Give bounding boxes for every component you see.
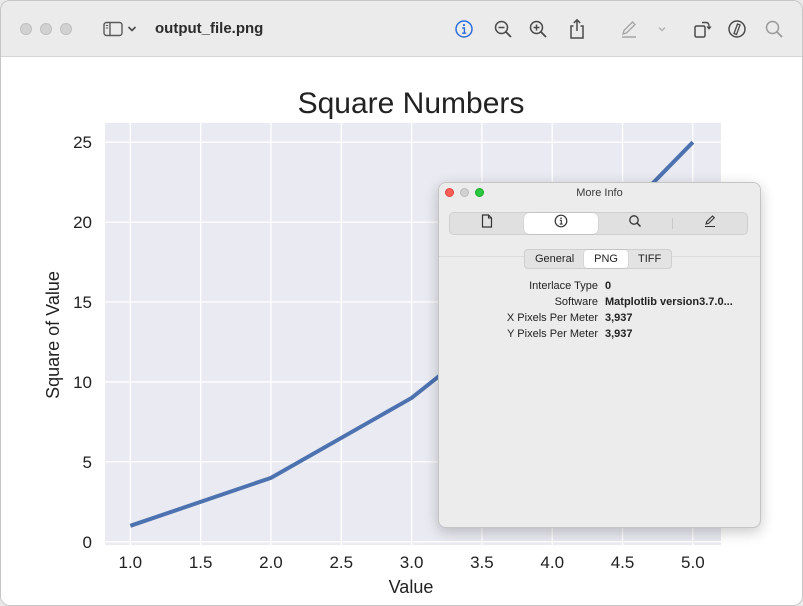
segment-info[interactable] [524,213,598,234]
y-tick-label: 20 [73,213,92,232]
window-title: output_file.png [155,20,264,37]
rotate-button[interactable] [690,17,714,41]
info-row-software: Software Matplotlib version3.7.0... [439,296,760,312]
zoom-window-button[interactable] [60,23,72,35]
chevron-down-icon [127,25,137,33]
more-info-panel: More Info General PNG TIFF Interlace Typ… [438,182,761,528]
x-tick-label: 3.5 [470,553,494,572]
info-label: Y Pixels Per Meter [507,328,598,340]
info-label: Software [554,296,598,308]
x-tick-label: 4.0 [540,553,564,572]
annotate-icon [727,19,747,39]
sidebar-menu-button[interactable] [124,17,140,41]
segment-file[interactable] [450,213,524,234]
minimize-window-button[interactable] [40,23,52,35]
panel-titlebar[interactable]: More Info [439,183,760,203]
markup-button[interactable] [617,17,641,41]
info-row-interlace-type: Interlace Type 0 [439,280,760,296]
y-tick-label: 15 [73,293,92,312]
x-axis-label: Value [389,577,434,597]
zoom-out-icon [493,19,513,39]
inspector-segmented-control [449,212,748,235]
pencil-icon [703,214,717,233]
y-axis: 0 5 10 15 20 25 [73,133,92,552]
annotate-button[interactable] [725,17,749,41]
y-tick-label: 25 [73,133,92,152]
info-value: 0 [605,280,612,292]
info-label: Interlace Type [529,280,598,292]
rotate-icon [692,19,712,39]
info-value: 3,937 [605,312,633,324]
x-tick-label: 3.0 [400,553,424,572]
toolbar: output_file.png [1,1,802,57]
tab-general[interactable]: General [525,250,584,268]
markup-menu-button[interactable] [653,17,671,41]
zoom-in-button[interactable] [526,17,550,41]
info-icon [454,19,474,39]
search-icon [628,214,642,233]
tab-tiff[interactable]: TIFF [628,250,671,268]
tab-png[interactable]: PNG [584,250,628,268]
zoom-in-icon [528,19,548,39]
info-value: 3,937 [605,328,633,340]
x-tick-label: 1.5 [189,553,213,572]
x-tick-label: 2.0 [259,553,283,572]
zoom-out-button[interactable] [491,17,515,41]
chevron-down-icon [657,25,667,33]
search-icon [764,19,784,39]
chart-title: Square Numbers [298,87,525,120]
preview-window: output_file.png 1.0 1.5 2.0 2.5 3.0 3.5 … [0,0,803,606]
info-row-x-pixels-per-meter: X Pixels Per Meter 3,937 [439,312,760,328]
x-tick-label: 2.5 [329,553,353,572]
x-tick-label: 5.0 [681,553,705,572]
markup-icon [619,19,639,39]
y-axis-label: Square of Value [43,271,63,399]
info-tabs: General PNG TIFF [524,249,673,269]
info-row-y-pixels-per-meter: Y Pixels Per Meter 3,937 [439,328,760,344]
share-button[interactable] [565,17,589,41]
info-value: Matplotlib version3.7.0... [605,296,733,308]
panel-title: More Info [576,187,623,199]
segment-search[interactable] [598,213,672,234]
info-icon [554,214,568,233]
sidebar-toggle-button[interactable] [101,17,125,41]
share-icon [568,18,586,40]
x-axis: 1.0 1.5 2.0 2.5 3.0 3.5 4.0 4.5 5.0 [118,553,704,572]
y-tick-label: 10 [73,373,92,392]
close-window-button[interactable] [20,23,32,35]
x-tick-label: 1.0 [118,553,142,572]
x-tick-label: 4.5 [611,553,635,572]
document-icon [481,214,493,233]
y-tick-label: 5 [83,453,92,472]
segment-annotations[interactable] [673,213,747,234]
info-label: X Pixels Per Meter [506,312,598,324]
y-tick-label: 0 [83,533,92,552]
sidebar-icon [103,21,123,37]
info-button[interactable] [452,17,476,41]
search-button[interactable] [762,17,786,41]
